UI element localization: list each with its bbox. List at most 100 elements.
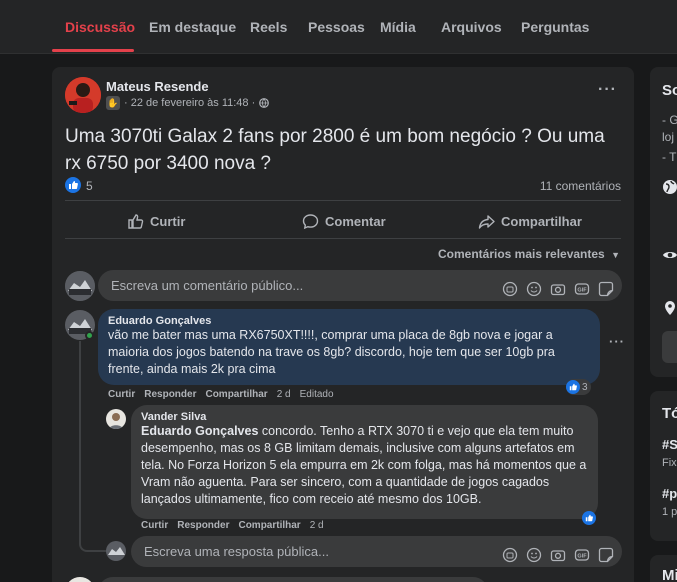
reply-like-link[interactable]: Curtir [141,520,168,531]
media-card-title: Mi [662,567,677,582]
post-card: Mateus Resende ✋ · 22 de fevereiro às 11… [52,67,634,582]
tab-perguntas[interactable]: Perguntas [521,19,589,35]
share-button-label: Compartilhar [501,213,582,229]
reply-bubble: Vander Silva Eduardo Gonçalves concordo.… [131,405,598,519]
tab-midia[interactable]: Mídia [380,19,416,35]
post-title: Uma 3070ti Galax 2 fans por 2800 é um bo… [65,126,605,174]
caret-down-icon: ▼ [611,250,620,260]
location-pin-icon [665,301,675,315]
like-button[interactable]: Curtir [127,207,185,235]
comment-sort-label: Comentários mais relevantes [437,247,605,261]
active-tab-indicator [52,49,134,52]
comment-share-link[interactable]: Compartilhar [205,389,267,400]
topics-card: Tó #S Fix #p 1 p [650,391,677,541]
comment-count[interactable]: 11 comentários [540,179,621,193]
share-button[interactable]: Compartilhar [478,207,582,235]
tab-reels[interactable]: Reels [250,19,287,35]
media-card: Mi [650,555,677,582]
online-status-dot [85,331,94,340]
globe-icon [663,180,677,194]
gif-icon[interactable]: GIF [574,277,590,295]
like-reaction-icon [65,177,81,193]
reply-text-block: Eduardo Gonçalves concordo. Tenho a RTX … [141,423,588,508]
comment-bubble-icon [302,213,319,229]
thread-line [79,341,81,544]
like-button-label: Curtir [150,213,186,229]
avatar-sticker-icon[interactable] [502,543,518,563]
comment-sort-dropdown[interactable]: Comentários mais relevantes ▼ [438,247,620,261]
comment-text: vão me bater mas uma RX6750XT!!!!, compr… [108,328,555,376]
next-comment-bubble [98,577,488,582]
camera-icon[interactable] [550,543,566,562]
comment-input-tools: GIF [502,277,614,297]
comment-reactions[interactable]: 3 [566,379,591,395]
comment-reaction-count: 3 [582,381,588,393]
tab-discussao[interactable]: Discussão [65,19,135,35]
comment-bubble: Eduardo Gonçalves vão me bater mas uma R… [98,309,600,385]
comment-time[interactable]: 2 d [277,389,291,400]
about-line-3: - T [662,150,677,164]
about-card-button[interactable] [662,331,677,363]
like-reaction-icon [566,380,580,394]
reply-time[interactable]: 2 d [310,520,324,531]
tab-pessoas[interactable]: Pessoas [308,19,365,35]
reply-input-tools: GIF [502,543,614,563]
topics-card-title: Tó [662,405,677,422]
svg-text:GIF: GIF [577,288,587,294]
gif-icon[interactable]: GIF [574,543,590,561]
reply-reply-link[interactable]: Responder [177,520,229,531]
post-options-icon[interactable]: ··· [598,81,617,99]
about-line-2: loj [662,130,675,144]
post-author-name[interactable]: Mateus Resende [106,79,209,94]
reply-actions: Curtir Responder Compartilhar 2 d [141,520,324,531]
waving-hand-icon: ✋ [106,96,120,110]
reply-input-placeholder: Escreva uma resposta pública... [144,544,329,559]
topic-sub-1: Fix [662,457,677,469]
eye-icon [663,252,677,258]
next-commenter-avatar[interactable] [65,577,95,582]
author-avatar[interactable] [65,77,101,113]
comment-input-placeholder: Escreva um comentário público... [111,278,304,293]
about-line-1: - G [662,113,677,127]
current-user-avatar-small[interactable] [106,541,126,561]
tab-arquivos[interactable]: Arquivos [441,19,502,35]
comment-input[interactable]: Escreva um comentário público... GIF [98,270,622,301]
about-card-title: So [662,82,677,99]
topic-tag-2[interactable]: #p [662,486,677,501]
svg-text:GIF: GIF [577,554,587,560]
emoji-icon[interactable] [526,277,542,297]
share-arrow-icon [478,214,495,229]
topic-tag-1[interactable]: #S [662,437,677,452]
reply-mention[interactable]: Eduardo Gonçalves [141,424,258,438]
comment-actions: Curtir Responder Compartilhar 2 d Editad… [108,389,334,400]
camera-icon[interactable] [550,277,566,296]
comment-edited-label: Editado [299,389,334,400]
post-timestamp[interactable]: · 22 de fevereiro às 11:48 · [124,97,255,109]
divider [65,238,621,239]
divider [65,200,621,201]
comment-options-icon[interactable]: ··· [609,334,625,349]
comment-button-label: Comentar [325,213,386,229]
sticker-icon[interactable] [598,543,614,563]
reply-share-link[interactable]: Compartilhar [238,520,300,531]
post-meta: ✋ · 22 de fevereiro às 11:48 · [106,96,270,110]
group-tab-bar: Discussão Em destaque Reels Pessoas Mídi… [0,0,677,54]
like-count: 5 [86,179,93,193]
reactions-summary[interactable]: 5 11 comentários [65,177,621,197]
thumbs-up-icon [128,213,144,229]
avatar-sticker-icon[interactable] [502,277,518,297]
comment-like-link[interactable]: Curtir [108,389,135,400]
globe-icon [259,98,270,108]
comment-reply-link[interactable]: Responder [144,389,196,400]
emoji-icon[interactable] [526,543,542,563]
current-user-avatar[interactable] [65,271,95,301]
comment-button[interactable]: Comentar [302,207,386,235]
about-card-text: - G loj - T [662,112,677,166]
reply-author-avatar[interactable] [106,409,126,429]
sticker-icon[interactable] [598,277,614,297]
reply-author[interactable]: Vander Silva [141,411,588,423]
comment-author[interactable]: Eduardo Gonçalves [108,315,590,327]
reply-input[interactable]: Escreva uma resposta pública... GIF [131,536,622,567]
reply-like-reaction-icon[interactable] [582,511,596,525]
tab-em-destaque[interactable]: Em destaque [149,19,236,35]
